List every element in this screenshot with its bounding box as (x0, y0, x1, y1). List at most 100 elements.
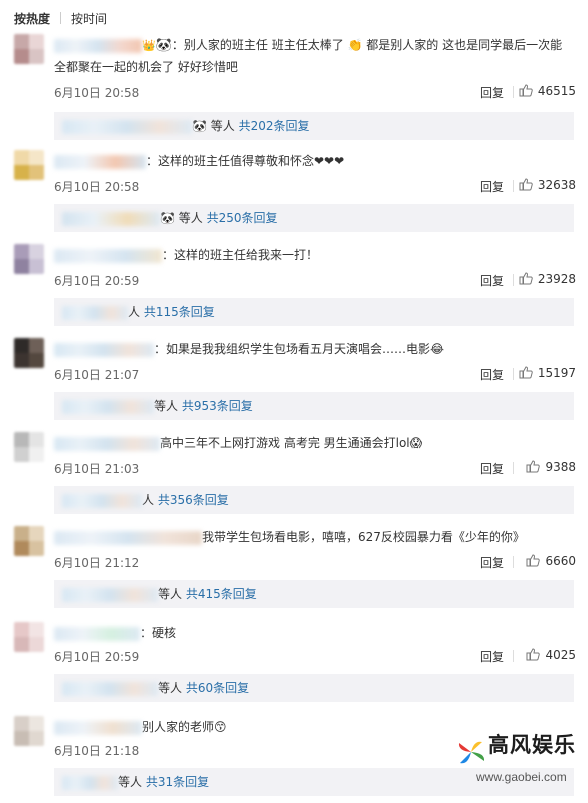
reply-summary[interactable]: 🐼 等人 共202条回复 (192, 119, 309, 133)
reply-button[interactable]: 回复 (480, 366, 504, 383)
comment-meta: 6月10日 20:59 回复 23928 (54, 272, 576, 288)
reply-summary[interactable]: 等人 共415条回复 (158, 587, 257, 601)
reply-button[interactable]: 回复 (480, 648, 504, 665)
username-blurred[interactable] (54, 720, 142, 735)
like-count: 4025 (545, 648, 576, 662)
thumbs-up-icon (519, 272, 533, 285)
comment-text: 我带学生包场看电影，嘻嘻，627反校园暴力看《少年的你》 (54, 528, 576, 547)
reply-users-blurred (62, 493, 142, 508)
comment-text: ：这样的班主任给我来一打！ (54, 246, 576, 265)
like-count: 32638 (537, 178, 576, 192)
comment-time: 6月10日 21:18 (54, 744, 140, 758)
reply-summary[interactable]: 等人 共31条回复 (118, 775, 209, 789)
reply-preview[interactable]: 🐼 等人 共202条回复 (54, 112, 574, 140)
comment-meta: 6月10日 20:59 回复 4025 (54, 648, 576, 664)
comment-body: ：硬核 (140, 626, 177, 640)
username-blurred[interactable] (54, 38, 142, 53)
comment-text: ：硬核 (54, 624, 576, 643)
username-blurred[interactable] (54, 248, 162, 263)
reply-users-blurred (62, 775, 118, 790)
thumbs-up-icon (519, 178, 533, 191)
reply-users-blurred (62, 587, 158, 602)
reply-preview[interactable]: 等人 共953条回复 (54, 392, 574, 420)
reply-button[interactable]: 回复 (480, 554, 504, 571)
like-button[interactable]: 9388 (526, 460, 576, 474)
reply-summary[interactable]: 等人 共60条回复 (158, 681, 249, 695)
reply-summary[interactable]: 人 共356条回复 (142, 493, 229, 507)
like-button[interactable]: 32638 (519, 178, 576, 192)
comment-time: 6月10日 21:07 (54, 368, 140, 382)
sort-tabs: 按热度 按时间 (14, 10, 107, 27)
avatar[interactable] (14, 244, 44, 274)
like-count: 46515 (537, 84, 576, 98)
comment-body: 别人家的班主任 班主任太棒了 👏 都是别人家的 这也是同学最后一次能 (183, 38, 563, 52)
comment-meta: 6月10日 21:12 回复 6660 (54, 554, 576, 570)
comment-time: 6月10日 20:59 (54, 274, 140, 288)
comment-meta: 6月10日 20:58 回复 46515 (54, 84, 576, 100)
like-button[interactable]: 46515 (519, 84, 576, 98)
avatar[interactable] (14, 338, 44, 368)
comment-body: 高中三年不上网打游戏 高考完 男生通通会打lol😱 (160, 436, 423, 450)
avatar[interactable] (14, 34, 44, 64)
reply-summary[interactable]: 🐼 等人 共250条回复 (160, 211, 277, 225)
comment-text: ：如果是我我组织学生包场看五月天演唱会……电影😂 (54, 340, 576, 359)
comment-meta: 6月10日 21:07 回复 15197 (54, 366, 576, 382)
avatar[interactable] (14, 432, 44, 462)
comment-time: 6月10日 20:58 (54, 180, 140, 194)
reply-users-blurred (62, 305, 128, 320)
reply-preview[interactable]: 人 共356条回复 (54, 486, 574, 514)
comment-time: 6月10日 21:12 (54, 556, 140, 570)
username-blurred[interactable] (54, 436, 160, 451)
avatar[interactable] (14, 716, 44, 746)
reply-preview[interactable]: 人 共115条回复 (54, 298, 574, 326)
thumbs-up-icon (519, 366, 533, 379)
reply-users-blurred (62, 399, 154, 414)
avatar[interactable] (14, 150, 44, 180)
avatar[interactable] (14, 526, 44, 556)
reply-button[interactable]: 回复 (480, 272, 504, 289)
username-blurred[interactable] (54, 530, 202, 545)
username-blurred[interactable] (54, 626, 140, 641)
like-count: 15197 (537, 366, 576, 380)
divider (513, 462, 514, 474)
like-button[interactable]: 4025 (526, 648, 576, 662)
username-blurred[interactable] (54, 342, 154, 357)
thumbs-up-icon (519, 84, 533, 97)
comment-time: 6月10日 20:58 (54, 86, 140, 100)
tab-divider (60, 12, 62, 24)
comment-meta: 6月10日 20:58 回复 32638 (54, 178, 576, 194)
reply-summary[interactable]: 人 共115条回复 (128, 305, 215, 319)
like-button[interactable]: 15197 (519, 366, 576, 380)
gaobei-watermark-logo: 高风娱乐 www.gaobei.com (456, 732, 582, 784)
like-button[interactable]: 23928 (519, 272, 576, 286)
divider (513, 274, 514, 286)
comment-body: ：如果是我我组织学生包场看五月天演唱会……电影😂 (154, 342, 445, 356)
thumbs-up-icon (526, 554, 541, 567)
comment-body: ：这样的班主任给我来一打！ (162, 248, 319, 262)
reply-button[interactable]: 回复 (480, 178, 504, 195)
reply-preview[interactable]: 🐼 等人 共250条回复 (54, 204, 574, 232)
pinwheel-logo-icon (458, 741, 485, 764)
divider (513, 180, 514, 192)
tab-hot[interactable]: 按热度 (14, 10, 50, 27)
comment-body: 别人家的老师😙 (142, 720, 227, 734)
watermark-url: www.gaobei.com (476, 770, 567, 784)
like-button[interactable]: 6660 (526, 554, 576, 568)
tab-time[interactable]: 按时间 (71, 10, 107, 27)
comment-text: ：这样的班主任值得尊敬和怀念❤❤❤ (54, 152, 576, 171)
reply-summary[interactable]: 等人 共953条回复 (154, 399, 253, 413)
divider (513, 650, 514, 662)
reply-preview[interactable]: 等人 共60条回复 (54, 674, 574, 702)
comment-text-line2: 全都聚在一起的机会了 好好珍惜吧 (54, 60, 238, 74)
reply-button[interactable]: 回复 (480, 460, 504, 477)
watermark-name: 高风娱乐 (488, 732, 576, 757)
reply-button[interactable]: 回复 (480, 84, 504, 101)
username-blurred[interactable] (54, 154, 146, 169)
comment-meta: 6月10日 21:03 回复 9388 (54, 460, 576, 476)
reply-users-blurred (62, 119, 192, 134)
avatar[interactable] (14, 622, 44, 652)
comment-time: 6月10日 20:59 (54, 650, 140, 664)
comment-body: ：这样的班主任值得尊敬和怀念❤❤❤ (146, 154, 345, 168)
reply-preview[interactable]: 等人 共415条回复 (54, 580, 574, 608)
reply-users-blurred (62, 211, 160, 226)
